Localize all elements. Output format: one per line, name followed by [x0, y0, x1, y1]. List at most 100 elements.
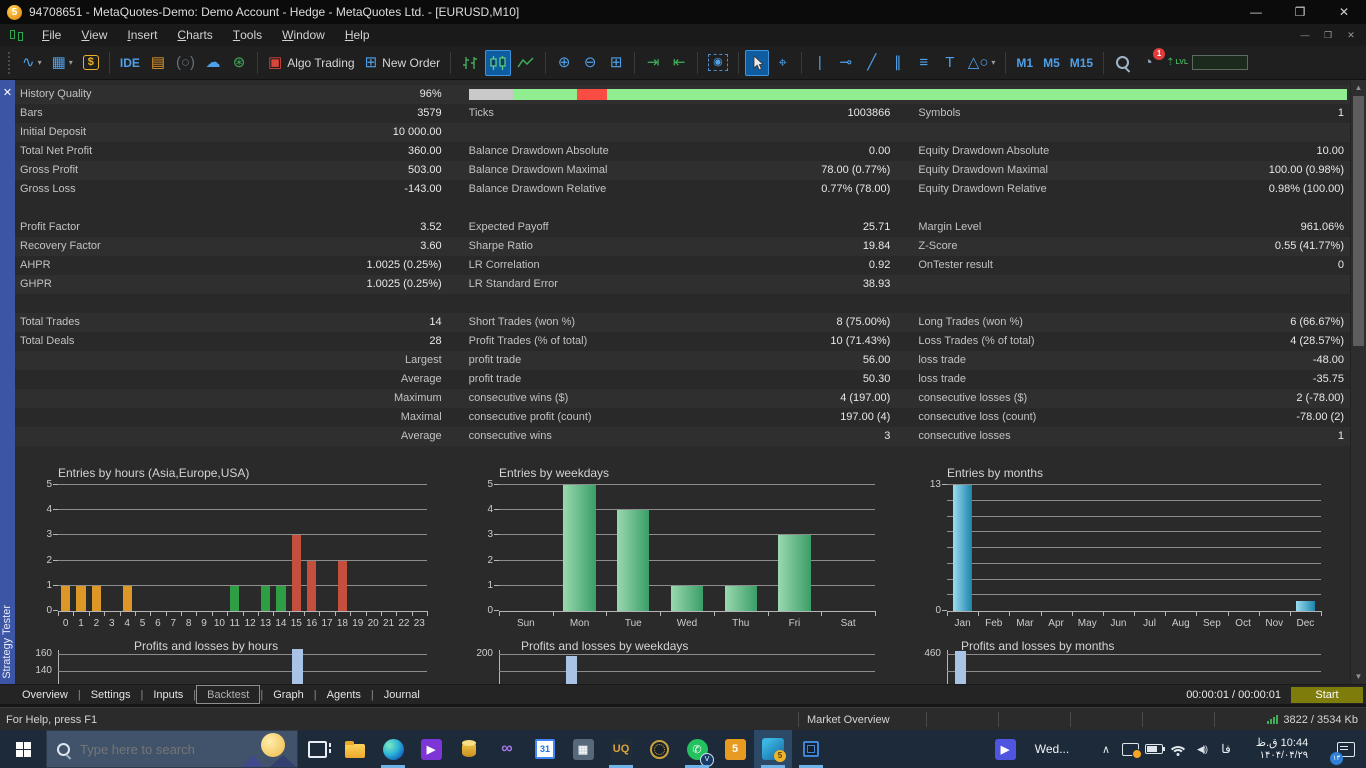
market-button[interactable]: ▤ [146, 50, 170, 76]
currency-button[interactable]: $ [79, 50, 103, 76]
scrollbar-thumb[interactable] [1353, 96, 1364, 346]
x-tick-label: 8 [186, 618, 192, 629]
tab-settings[interactable]: Settings [81, 685, 141, 704]
scroll-up-icon[interactable]: ▲ [1351, 80, 1366, 95]
signals-button[interactable]: (○) [172, 50, 199, 76]
cursor-button[interactable] [745, 50, 769, 76]
search-button[interactable] [1110, 50, 1134, 76]
zoom-out-button[interactable]: ⊖ [578, 50, 602, 76]
crosshair-button[interactable]: ⌖ [771, 50, 795, 76]
mdi-minimize-button[interactable]: — [1295, 28, 1315, 43]
wifi-button[interactable] [1166, 730, 1190, 768]
equidistant-channel-button[interactable]: ∥ [886, 50, 910, 76]
tray-expand-button[interactable]: ∧ [1094, 730, 1118, 768]
ide-button[interactable]: IDE [116, 50, 144, 76]
movies-tv-button[interactable]: ▶ [986, 730, 1024, 768]
zoom-in-button[interactable]: ⊕ [552, 50, 576, 76]
tab-agents[interactable]: Agents [317, 685, 371, 704]
menu-item-insert[interactable]: Insert [117, 24, 167, 46]
new-order-button[interactable]: ⊞New Order [361, 50, 445, 76]
status-market-overview[interactable]: Market Overview [798, 712, 926, 727]
timeframe-m5-button[interactable]: M5 [1039, 50, 1064, 76]
taskbar-apps: ▶∞31▦UQ✆V55 [298, 730, 830, 768]
bars-chart-icon [461, 55, 479, 71]
tile-windows-button[interactable]: ⊞ [604, 50, 628, 76]
menu-item-charts[interactable]: Charts [167, 24, 222, 46]
cloud-button[interactable]: ☁ [201, 50, 225, 76]
visual-studio-button[interactable]: ∞ [488, 730, 526, 768]
gold-ring-app-button[interactable] [640, 730, 678, 768]
menu-item-tools[interactable]: Tools [223, 24, 272, 46]
chart-profiles-button[interactable]: ▦▾ [48, 50, 77, 76]
battery-button[interactable] [1142, 730, 1166, 768]
edge-button[interactable] [374, 730, 412, 768]
calculator-button[interactable]: ▦ [564, 730, 602, 768]
panel-close-icon[interactable]: ✕ [0, 86, 15, 100]
tab-inputs[interactable]: Inputs [143, 685, 193, 704]
processor-button[interactable] [792, 730, 830, 768]
stat-label: AHPR [20, 256, 366, 275]
media-player-button[interactable]: ▶ [412, 730, 450, 768]
metatrader5-button[interactable]: 5 [754, 730, 792, 768]
mdi-close-button[interactable]: ✕ [1341, 28, 1361, 43]
start-button[interactable]: Start [1291, 687, 1363, 703]
action-center-button[interactable]: ۱۳ [1326, 730, 1366, 768]
tab-journal[interactable]: Journal [374, 685, 430, 704]
timeframe-m1-button[interactable]: M1 [1012, 50, 1037, 76]
text-label-button[interactable]: T [938, 50, 962, 76]
mdi-restore-button[interactable]: ❐ [1318, 28, 1338, 43]
screenshot-button[interactable]: ◉ [704, 50, 732, 76]
menu-item-window[interactable]: Window [272, 24, 335, 46]
vertical-line-button[interactable]: | [808, 50, 832, 76]
menu-item-help[interactable]: Help [335, 24, 380, 46]
chart-bar [955, 651, 966, 684]
file-explorer-button[interactable] [336, 730, 374, 768]
chart-shift-button[interactable]: ⇤ [667, 50, 691, 76]
shift-chart-end-button[interactable]: ⇥ [641, 50, 665, 76]
trendline-button[interactable]: ╱ [860, 50, 884, 76]
google-calendar-button[interactable]: 31 [526, 730, 564, 768]
algo-trading-button[interactable]: ▣Algo Trading [264, 50, 359, 76]
menu-item-view[interactable]: View [71, 24, 117, 46]
new-chart-button[interactable]: ∿▾ [18, 50, 46, 76]
timeframe-m15-button[interactable]: M15 [1066, 50, 1097, 76]
volume-button[interactable]: ◀)) [1190, 730, 1214, 768]
vertical-scrollbar[interactable]: ▲ ▼ [1350, 80, 1366, 684]
windows-start-button[interactable] [0, 730, 46, 768]
database-tools-button[interactable] [450, 730, 488, 768]
community-button[interactable]: ◔1 [1136, 50, 1160, 76]
tab-backtest[interactable]: Backtest [196, 685, 260, 704]
stat-pair: Ticks1003866 [457, 104, 905, 123]
search-input[interactable] [78, 741, 241, 758]
whatsapp-button[interactable]: ✆V [678, 730, 716, 768]
bars-chart-button[interactable] [457, 50, 483, 76]
office-five-button[interactable]: 5 [716, 730, 754, 768]
stat-value: 197.00 (4) [840, 408, 890, 427]
partial-charts-row: Profits and losses by hours160140Profits… [16, 638, 1350, 684]
candles-chart-button[interactable] [485, 50, 511, 76]
close-button[interactable]: ✕ [1322, 0, 1366, 24]
language-indicator[interactable]: فا [1214, 730, 1238, 768]
screen-cast-button[interactable] [1118, 730, 1142, 768]
line-chart-button[interactable] [513, 50, 539, 76]
vps-button[interactable]: ⊛ [227, 50, 251, 76]
restore-button[interactable]: ❐ [1278, 0, 1322, 24]
minimize-button[interactable]: — [1234, 0, 1278, 24]
stat-pair: Profit Trades (% of total)10 (71.43%) [457, 332, 905, 351]
tab-overview[interactable]: Overview [12, 685, 78, 704]
task-view-button[interactable] [298, 730, 336, 768]
toolbar-button-label: M5 [1043, 56, 1060, 70]
fibo-lines-button[interactable]: ≡ [912, 50, 936, 76]
uq-app-button[interactable]: UQ [602, 730, 640, 768]
horizontal-line-button[interactable]: ⊸ [834, 50, 858, 76]
menu-item-file[interactable]: File [32, 24, 71, 46]
shapes-button[interactable]: △○▾ [964, 50, 1000, 76]
stat-label: Sharpe Ratio [469, 237, 863, 256]
taskbar-day-widget[interactable]: Wed... [1024, 730, 1080, 768]
taskbar-clock[interactable]: 10:44 ق.ظ۱۴۰۴/۰۴/۲۹ [1238, 730, 1326, 768]
tab-graph[interactable]: Graph [263, 685, 314, 704]
levels-button[interactable]: ⇡LVL [1162, 50, 1252, 76]
scroll-down-icon[interactable]: ▼ [1351, 669, 1366, 684]
taskbar-search[interactable] [46, 730, 298, 768]
screen: 5 94708651 - MetaQuotes-Demo: Demo Accou… [0, 0, 1366, 768]
